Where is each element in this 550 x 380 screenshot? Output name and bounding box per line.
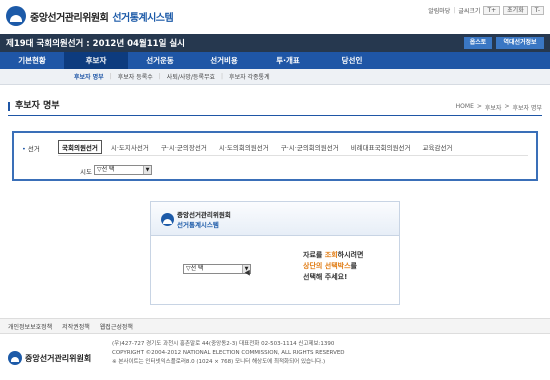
chevron-down-icon: ▼: [143, 166, 151, 174]
nav-item-candidates[interactable]: 후보자: [64, 52, 128, 69]
sido-select[interactable]: ▽선 택 ▼: [94, 165, 152, 175]
nav-item-elected[interactable]: 당선인: [320, 52, 384, 69]
breadcrumb-candidates[interactable]: 후보자: [485, 103, 502, 112]
selector-label: • 선거: [22, 145, 40, 153]
page-title: 후보자 명부: [8, 102, 60, 111]
copyright-policy-link[interactable]: 저작권정책: [62, 322, 90, 331]
breadcrumb-current: 후보자 명부: [512, 105, 542, 112]
tab-local-council[interactable]: 구·시·군의회의원선거: [278, 140, 342, 154]
tab-provincial-council[interactable]: 시·도의회의원선거: [216, 140, 272, 154]
subnav-withdrawal[interactable]: 사퇴/사망/등록무효: [167, 72, 215, 81]
nec-emblem-icon: [8, 351, 22, 365]
selector-divider: [58, 155, 528, 156]
breadcrumb: HOME > 후보자 > 후보자 명부: [455, 103, 542, 112]
sido-label: 시도: [80, 168, 92, 176]
sub-nav: 후보자 명부 | 후보자 등록수 | 사퇴/사망/등록무효 | 후보자 각종통계: [0, 69, 550, 85]
font-decrease-button[interactable]: T-: [530, 6, 544, 15]
change-election-button[interactable]: 옵스토: [464, 37, 492, 49]
utility-links: 알림마당 | 글씨크기 T+ 초기화 T-: [428, 6, 544, 15]
privacy-policy-link[interactable]: 개인정보보호정책: [8, 322, 52, 331]
history-election-button[interactable]: 역대선거정보: [496, 37, 544, 49]
tab-proportional[interactable]: 비례대표국회의원선거: [348, 140, 414, 154]
election-selector: • 선거 국회의원선거 시·도지사선거 구·시·군의장선거 시·도의회의원선거 구…: [12, 131, 538, 181]
footer-address: (우)427-727 경기도 과천시 홍촌말로 44(중앙동2-3) 대표전화 …: [112, 341, 335, 347]
footer-logo: 중앙선거관리위원회: [8, 351, 91, 365]
accessibility-policy-link[interactable]: 웹접근성정책: [100, 322, 133, 331]
tab-district-head[interactable]: 구·시·군의장선거: [158, 140, 210, 154]
font-increase-button[interactable]: T+: [483, 6, 501, 15]
guide-header: 중앙선거관리위원회 선거통계시스템: [151, 202, 399, 236]
nav-item-voting-counting[interactable]: 투·개표: [256, 52, 320, 69]
tab-superintendent[interactable]: 교육감선거: [420, 140, 456, 154]
font-reset-button[interactable]: 초기화: [503, 6, 528, 15]
footer-copyright: COPYRIGHT ©2004-2012 NATIONAL ELECTION C…: [112, 350, 345, 356]
font-size-label: 글씨크기: [458, 8, 481, 15]
footer-links: 개인정보보호정책 저작권정책 웹접근성정책: [0, 318, 550, 334]
tab-national-assembly[interactable]: 국회의원선거: [58, 140, 102, 154]
mouse-cursor-icon: [244, 268, 253, 276]
main-nav: 기본현황 후보자 선거운동 선거비용 투·개표 당선인: [0, 52, 550, 69]
footer-info: (우)427-727 경기도 과천시 홍촌말로 44(중앙동2-3) 대표전화 …: [112, 340, 345, 367]
election-bar: 제19대 국회의원선거 : 2012년 04월11일 실시 옵스토 역대선거정보: [0, 34, 550, 52]
breadcrumb-home[interactable]: HOME: [456, 103, 474, 112]
tab-governor[interactable]: 시·도지사선거: [108, 140, 152, 154]
election-title: 제19대 국회의원선거 : 2012년 04월11일 실시: [6, 39, 185, 49]
footer-notice: ※ 본사이트는 인터넷익스플로러8.0 (1024 × 768) 모니터 해상도…: [112, 359, 326, 365]
org-name: 중앙선거관리위원회: [30, 12, 109, 24]
subnav-registration-count[interactable]: 후보자 등록수: [118, 72, 153, 81]
guide-panel: 중앙선거관리위원회 선거통계시스템 ▽선 택 ▼ 자료를 조회하시려면 상단의 …: [150, 201, 400, 305]
subnav-candidate-list[interactable]: 후보자 명부: [74, 72, 104, 81]
nec-emblem-icon: [161, 212, 174, 226]
system-name: 선거통계시스템: [112, 12, 174, 24]
notice-link[interactable]: 알림마당: [428, 6, 450, 15]
nec-emblem-icon: [6, 6, 26, 26]
guide-org-name: 중앙선거관리위원회: [177, 211, 231, 219]
site-header: 중앙선거관리위원회 선거통계시스템 알림마당 | 글씨크기 T+ 초기화 T-: [0, 0, 550, 34]
title-divider: [8, 115, 542, 116]
guide-select-example: ▽선 택 ▼: [183, 264, 251, 274]
guide-system-name: 선거통계시스템: [177, 221, 219, 229]
site-logo[interactable]: 중앙선거관리위원회 선거통계시스템: [6, 6, 174, 26]
nav-item-costs[interactable]: 선거비용: [192, 52, 256, 69]
subnav-statistics[interactable]: 후보자 각종통계: [229, 72, 270, 81]
bullet-icon: •: [22, 145, 26, 153]
nav-item-campaign[interactable]: 선거운동: [128, 52, 192, 69]
guide-message: 자료를 조회하시려면 상단의 선택박스를 선택해 주세요!: [303, 251, 364, 281]
election-type-tabs: 국회의원선거 시·도지사선거 구·시·군의장선거 시·도의회의원선거 구·시·군…: [58, 140, 455, 154]
guide-logo: 중앙선거관리위원회 선거통계시스템: [161, 209, 231, 229]
nav-item-basic-status[interactable]: 기본현황: [0, 52, 64, 69]
